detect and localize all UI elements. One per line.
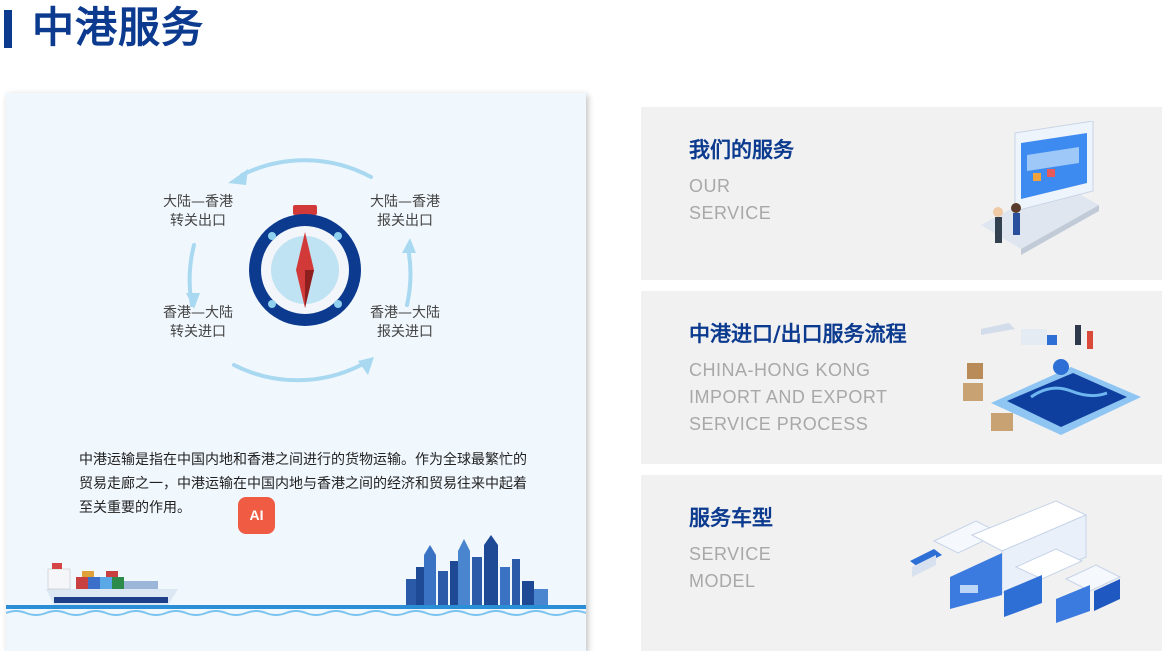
card-title: 中港进口/出口服务流程: [689, 322, 907, 346]
ai-assistant-button[interactable]: AI: [238, 497, 275, 534]
cycle-arrow-right: [405, 246, 413, 307]
card-subtitle: CHINA-HONG KONG IMPORT AND EXPORT SERVICE …: [689, 360, 888, 434]
location-pin-icon: [1053, 359, 1069, 375]
card-subtitle: OUR SERVICE: [689, 176, 772, 223]
cycle-arrow-bottom: [232, 363, 363, 383]
hong-kong-skyline-icon: [406, 535, 548, 605]
card-title: 服务车型: [689, 506, 773, 530]
cycle-label-mainland-hk-transit-export: 大陆—香港 转关出口: [163, 194, 233, 229]
card-title: 我们的服务: [689, 138, 794, 162]
harbor-scene-illustration: [6, 535, 586, 616]
title-accent-bar: [4, 10, 12, 48]
truck-icon: [1021, 329, 1047, 345]
card-import-export-process[interactable]: 中港进口/出口服务流程 CHINA-HONG KONG IMPORT AND EX…: [641, 291, 1162, 464]
page-title: 中港服务: [32, 3, 205, 52]
intro-description: 中港运输是指在中国内地和香港之间进行的货物运输。作为全球最繁忙的贸易走廊之一，中…: [79, 452, 527, 516]
arrowhead-icon: [228, 169, 248, 185]
cycle-label-hk-mainland-declare-import: 香港—大陆 报关进口: [370, 305, 440, 340]
fleet-trucks-illustration: [910, 500, 1122, 623]
import-export-map-illustration: [963, 323, 1141, 435]
cargo-ship-icon: [46, 563, 178, 605]
customs-cycle-diagram: [186, 158, 416, 383]
truck-icon: [1056, 564, 1122, 623]
card-our-service[interactable]: 我们的服务 OUR SERVICE: [641, 107, 1162, 280]
card-subtitle: SERVICE MODEL: [689, 544, 772, 591]
airplane-icon: [981, 323, 1015, 335]
laptop-service-illustration: [981, 121, 1099, 255]
intro-panel: 大陆—香港 转关出口 大陆—香港 报关出口 香港—大陆 转关进口 香港—大陆 报关进口 …: [6, 93, 586, 651]
cycle-arrow-top: [240, 158, 373, 179]
worker-icon: [1075, 325, 1081, 345]
section-header: 中港服务: [0, 0, 500, 60]
compass-icon: [249, 205, 361, 326]
cycle-label-hk-mainland-transit-import: 香港—大陆 转关进口: [163, 305, 233, 340]
card-service-models[interactable]: 服务车型 SERVICE MODEL: [641, 475, 1162, 651]
package-icon: [963, 383, 983, 401]
cycle-label-mainland-hk-declare-export: 大陆—香港 报关出口: [370, 194, 440, 229]
